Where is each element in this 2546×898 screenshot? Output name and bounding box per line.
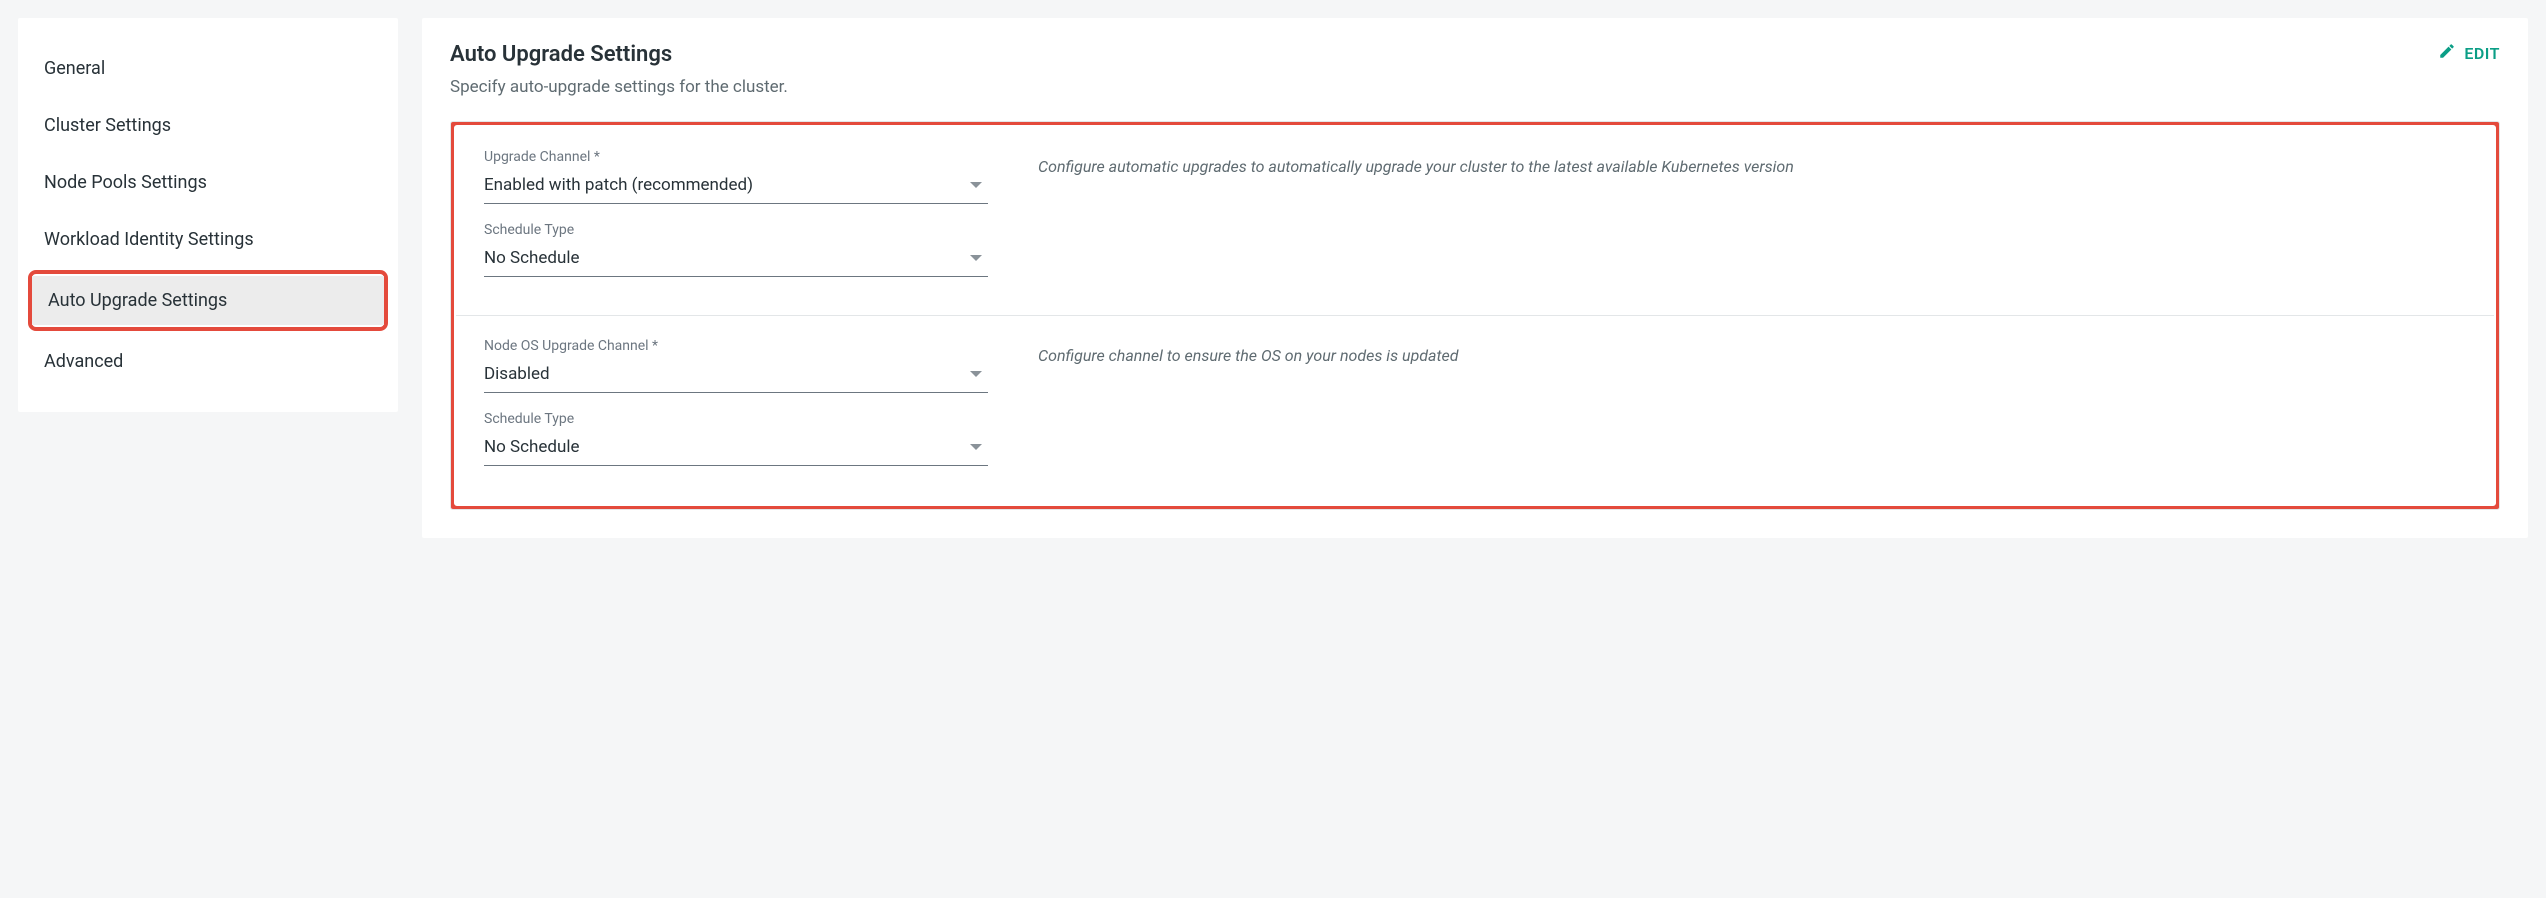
field-value-schedule-type-2: No Schedule: [484, 437, 580, 457]
select-schedule-type-2[interactable]: No Schedule: [484, 433, 988, 466]
field-label-schedule-type-2: Schedule Type: [484, 411, 988, 427]
settings-section-upgrade: Upgrade Channel * Enabled with patch (re…: [456, 127, 2494, 315]
field-value-schedule-type-1: No Schedule: [484, 248, 580, 268]
sidebar-item-node-pools-settings[interactable]: Node Pools Settings: [18, 154, 398, 211]
field-value-upgrade-channel: Enabled with patch (recommended): [484, 175, 753, 195]
page-subtitle: Specify auto-upgrade settings for the cl…: [450, 77, 788, 97]
select-node-os-channel[interactable]: Disabled: [484, 360, 988, 393]
edit-label: EDIT: [2464, 44, 2500, 63]
sidebar-item-workload-identity-settings[interactable]: Workload Identity Settings: [18, 211, 398, 268]
field-label-upgrade-channel: Upgrade Channel *: [484, 149, 988, 165]
chevron-down-icon: [970, 371, 982, 377]
chevron-down-icon: [970, 444, 982, 450]
field-label-schedule-type-1: Schedule Type: [484, 222, 988, 238]
chevron-down-icon: [970, 255, 982, 261]
sidebar-item-auto-upgrade-settings[interactable]: Auto Upgrade Settings: [32, 276, 384, 325]
section-description-node-os: Configure channel to ensure the OS on yo…: [1016, 316, 2494, 504]
sidebar-item-cluster-settings[interactable]: Cluster Settings: [18, 97, 398, 154]
settings-card: Upgrade Channel * Enabled with patch (re…: [450, 121, 2500, 510]
main-panel: Auto Upgrade Settings Specify auto-upgra…: [422, 18, 2528, 538]
pencil-icon: [2438, 42, 2456, 64]
sidebar-highlight: Auto Upgrade Settings: [28, 270, 388, 331]
sidebar-item-general[interactable]: General: [18, 40, 398, 97]
page-title: Auto Upgrade Settings: [450, 42, 788, 67]
settings-section-node-os: Node OS Upgrade Channel * Disabled Sched…: [456, 315, 2494, 504]
sidebar-item-advanced[interactable]: Advanced: [18, 333, 398, 390]
field-label-node-os-channel: Node OS Upgrade Channel *: [484, 338, 988, 354]
select-upgrade-channel[interactable]: Enabled with patch (recommended): [484, 171, 988, 204]
field-value-node-os-channel: Disabled: [484, 364, 550, 384]
sidebar: General Cluster Settings Node Pools Sett…: [18, 18, 398, 412]
select-schedule-type-1[interactable]: No Schedule: [484, 244, 988, 277]
edit-button[interactable]: EDIT: [2438, 42, 2500, 64]
section-description-upgrade: Configure automatic upgrades to automati…: [1016, 127, 2494, 315]
form-highlight: Upgrade Channel * Enabled with patch (re…: [450, 121, 2500, 510]
chevron-down-icon: [970, 182, 982, 188]
